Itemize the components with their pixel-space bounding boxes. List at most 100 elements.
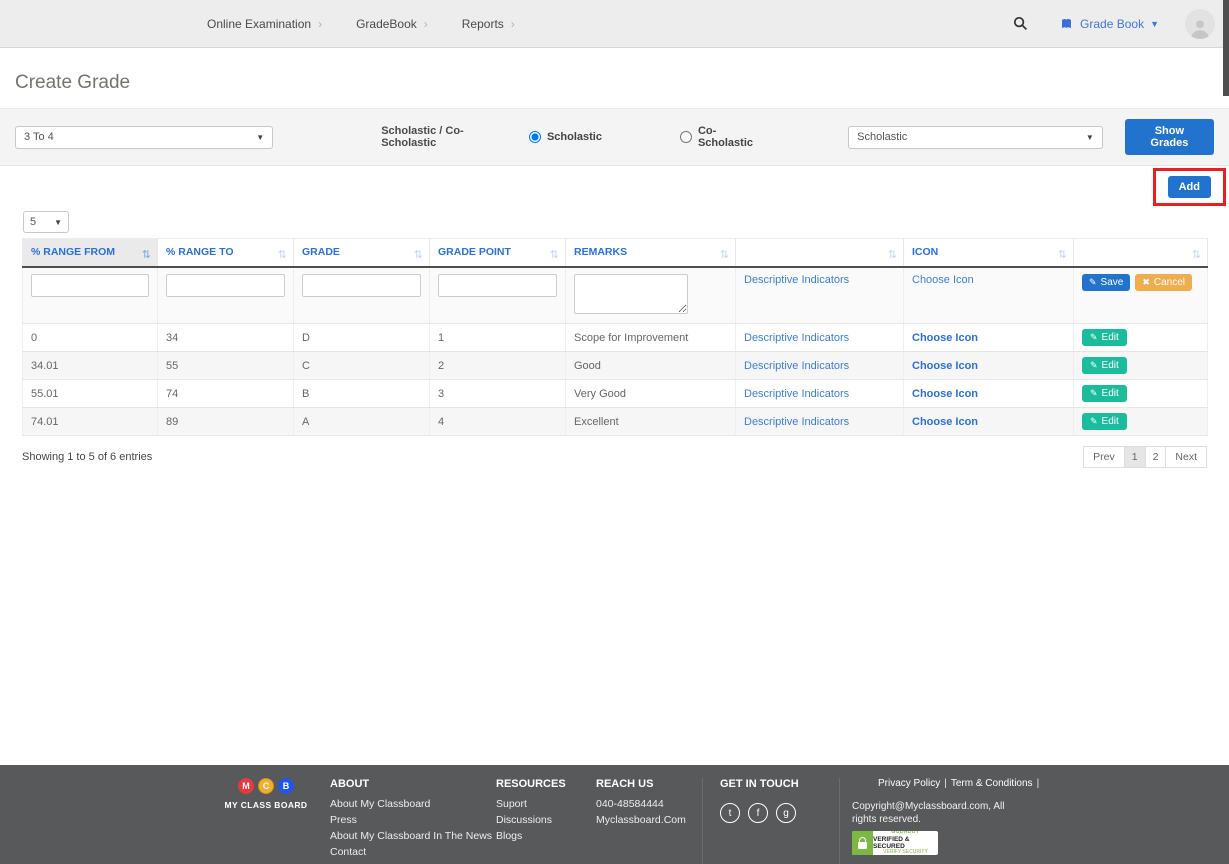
footer-get-in-touch: GET IN TOUCH t f g <box>702 778 839 864</box>
edit-button[interactable]: ✎ Edit <box>1082 329 1127 346</box>
descriptive-indicators-link[interactable]: Descriptive Indicators <box>744 388 849 400</box>
col-icon[interactable]: ICON ⇅ <box>903 238 1074 268</box>
terms-link[interactable]: Term & Conditions <box>951 778 1033 789</box>
footer-link-website[interactable]: Myclassboard.Com <box>596 814 702 826</box>
choose-icon-link[interactable]: Choose Icon <box>912 416 978 428</box>
nav-online-examination[interactable]: Online Examination › <box>207 17 322 31</box>
pagination-next[interactable]: Next <box>1165 446 1207 468</box>
edit-icon: ✎ <box>1090 416 1098 426</box>
show-grades-button[interactable]: Show Grades <box>1124 119 1214 155</box>
radio-co-scholastic[interactable]: Co-Scholastic <box>679 125 762 149</box>
cancel-button[interactable]: ✖ Cancel <box>1135 274 1193 291</box>
book-icon <box>1060 18 1073 30</box>
footer-link-news[interactable]: About My Classboard In The News <box>330 830 496 842</box>
sort-icon: ⇅ <box>1057 249 1067 261</box>
grade-point-input[interactable] <box>438 274 557 297</box>
class-select[interactable]: 3 To 4 ▼ <box>15 125 274 149</box>
page-size-select[interactable]: 5 ▼ <box>23 211 69 233</box>
col-descriptive[interactable]: ⇅ <box>735 238 904 268</box>
sort-icon: ⇅ <box>277 249 287 261</box>
save-button[interactable]: ✎ Save <box>1082 274 1131 291</box>
footer-link-contact[interactable]: Contact <box>330 846 496 858</box>
entries-summary: Showing 1 to 5 of 6 entries <box>22 451 153 463</box>
facebook-icon[interactable]: f <box>748 803 768 823</box>
footer-link-press[interactable]: Press <box>330 814 496 826</box>
grades-table: % RANGE FROM ⇅ % RANGE TO ⇅ GRADE ⇅ GRAD… <box>22 238 1208 436</box>
logo-circle-b: B <box>278 778 294 794</box>
edit-button[interactable]: ✎ Edit <box>1082 413 1127 430</box>
caret-down-icon: ▼ <box>1150 18 1159 29</box>
avatar[interactable] <box>1185 8 1215 39</box>
scrollbar-thumb[interactable] <box>1223 0 1229 96</box>
table-row: 55.01 74 B 3 Very Good Descriptive Indic… <box>22 379 1208 408</box>
table-row: 74.01 89 A 4 Excellent Descriptive Indic… <box>22 407 1208 436</box>
col-range-from[interactable]: % RANGE FROM ⇅ <box>22 238 158 268</box>
edit-button[interactable]: ✎ Edit <box>1082 385 1127 402</box>
descriptive-indicators-link[interactable]: Descriptive Indicators <box>744 360 849 372</box>
google-icon[interactable]: g <box>776 803 796 823</box>
nav-reports[interactable]: Reports › <box>462 17 515 31</box>
sort-icon: ⇅ <box>887 249 897 261</box>
caret-down-icon: ▼ <box>256 132 265 142</box>
logo-circle-c: C <box>258 778 274 794</box>
remarks-textarea[interactable] <box>574 274 688 314</box>
category-select[interactable]: Scholastic ▼ <box>848 125 1103 149</box>
close-icon: ✖ <box>1142 277 1150 287</box>
col-grade[interactable]: GRADE ⇅ <box>293 238 430 268</box>
footer-link-support[interactable]: Suport <box>496 798 596 810</box>
radio-scholastic[interactable]: Scholastic <box>528 131 602 143</box>
grades-panel: Add 5 ▼ % RANGE FROM ⇅ % RANGE TO ⇅ GRAD… <box>0 168 1229 468</box>
new-grade-entry-row: Descriptive Indicators Choose Icon ✎ Sav… <box>22 267 1208 324</box>
brand-name: MY CLASS BOARD <box>224 800 308 810</box>
lock-icon <box>852 831 873 855</box>
footer-link-blogs[interactable]: Blogs <box>496 830 596 842</box>
choose-icon-link[interactable]: Choose Icon <box>912 360 978 372</box>
mcb-logo: M C B <box>208 778 324 794</box>
footer-resources-title: RESOURCES <box>496 778 566 790</box>
radio-co-scholastic-input[interactable] <box>679 131 692 143</box>
range-from-input[interactable] <box>31 274 149 297</box>
choose-icon-link[interactable]: Choose Icon <box>912 274 974 286</box>
pagination-prev[interactable]: Prev <box>1083 446 1125 468</box>
descriptive-indicators-link[interactable]: Descriptive Indicators <box>744 332 849 344</box>
footer-link-about[interactable]: About My Classboard <box>330 798 496 810</box>
search-icon[interactable] <box>1013 16 1028 31</box>
edit-icon: ✎ <box>1090 360 1098 370</box>
chevron-right-icon: › <box>510 16 515 31</box>
footer-link-discussions[interactable]: Discussions <box>496 814 596 826</box>
grade-input[interactable] <box>302 274 421 297</box>
grade-book-menu[interactable]: Grade Book ▼ <box>1060 17 1159 31</box>
topbar-right: Grade Book ▼ <box>1013 8 1215 39</box>
descriptive-indicators-link[interactable]: Descriptive Indicators <box>744 274 849 286</box>
godaddy-secured-badge: GODADDY VERIFIED & SECURED VERIFY SECURI… <box>852 831 938 855</box>
range-to-input[interactable] <box>166 274 285 297</box>
twitter-icon[interactable]: t <box>720 803 740 823</box>
table-row: 0 34 D 1 Scope for Improvement Descripti… <box>22 323 1208 352</box>
copyright-text: Copyright@Myclassboard.com, All rights r… <box>852 801 1005 825</box>
main-nav: Online Examination › GradeBook › Reports… <box>207 17 549 31</box>
col-remarks[interactable]: REMARKS ⇅ <box>565 238 736 268</box>
pagination-page-1[interactable]: 1 <box>1123 446 1146 468</box>
edit-button[interactable]: ✎ Edit <box>1082 357 1127 374</box>
title-block: Create Grade <box>0 48 1229 109</box>
col-grade-point[interactable]: GRADE POINT ⇅ <box>429 238 566 268</box>
scholastic-type-label: Scholastic / Co-Scholastic <box>381 125 464 149</box>
nav-gradebook[interactable]: GradeBook › <box>356 17 428 31</box>
footer-legal: Privacy Policy | Term & Conditions | Copyri… <box>839 778 1105 864</box>
choose-icon-link[interactable]: Choose Icon <box>912 388 978 400</box>
col-range-to[interactable]: % RANGE TO ⇅ <box>157 238 294 268</box>
sort-icon: ⇅ <box>141 249 151 261</box>
radio-scholastic-input[interactable] <box>528 131 541 143</box>
col-actions[interactable]: ⇅ <box>1073 238 1208 268</box>
logo-circle-m: M <box>238 778 254 794</box>
descriptive-indicators-link[interactable]: Descriptive Indicators <box>744 416 849 428</box>
edit-icon: ✎ <box>1090 332 1098 342</box>
footer-reach-us: REACH US 040-48584444 Myclassboard.Com <box>596 778 702 864</box>
footer-about: ABOUT About My Classboard Press About My… <box>330 778 496 864</box>
add-button[interactable]: Add <box>1167 176 1211 198</box>
caret-down-icon: ▼ <box>54 217 62 227</box>
pagination-page-2[interactable]: 2 <box>1144 446 1167 468</box>
footer-resources: RESOURCES Suport Discussions Blogs <box>496 778 596 864</box>
privacy-policy-link[interactable]: Privacy Policy <box>878 778 940 789</box>
choose-icon-link[interactable]: Choose Icon <box>912 332 978 344</box>
